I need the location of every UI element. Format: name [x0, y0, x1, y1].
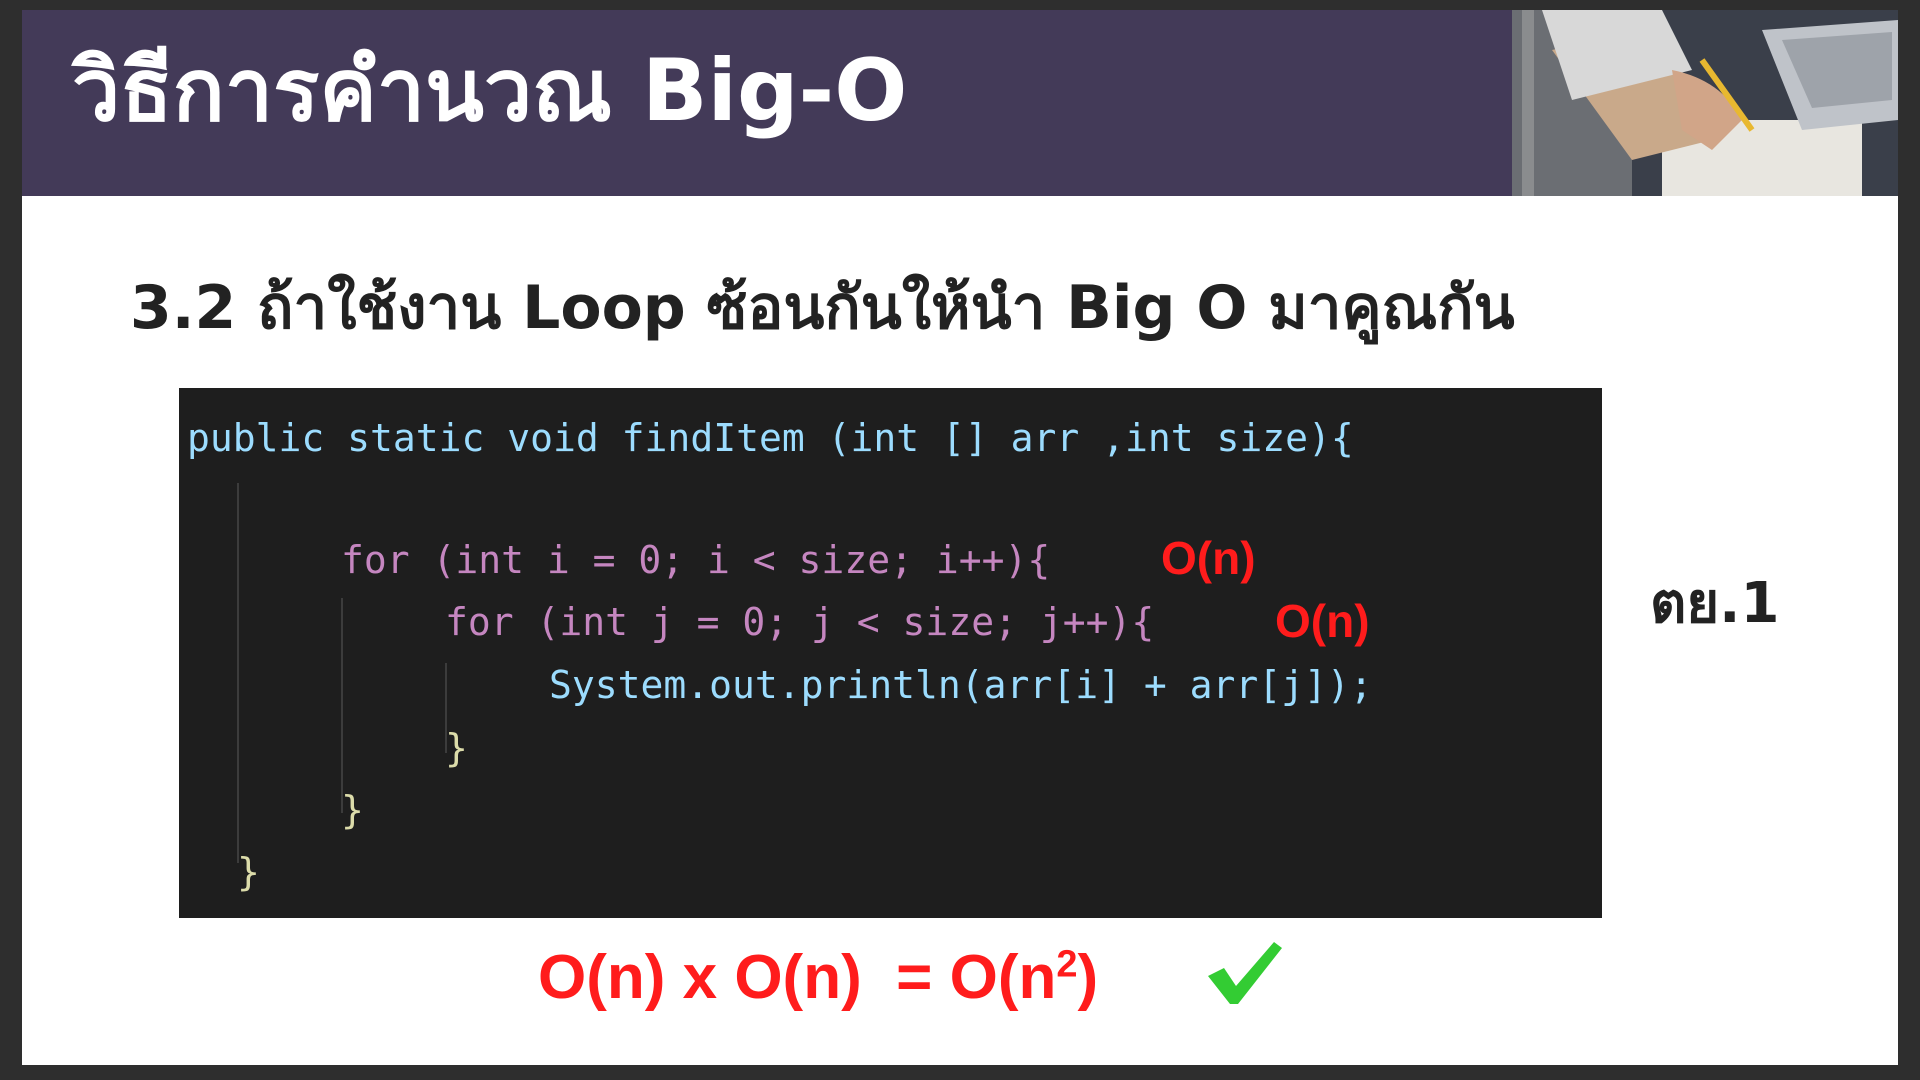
code-line-1: public static void findItem (int [] arr …: [187, 416, 1354, 460]
code-screenshot: public static void findItem (int [] arr …: [179, 388, 1602, 918]
formula-right: ): [1077, 943, 1099, 1012]
code-line-3: for (int j = 0; j < size; j++){: [445, 600, 1155, 644]
outer-loop-complexity: O(n): [1161, 532, 1256, 584]
code-line-5: }: [445, 726, 468, 770]
code-line-2: for (int i = 0; i < size; i++){: [341, 538, 1051, 582]
slide-title: วิธีการคำนวณ Big-O: [72, 41, 908, 141]
code-line-6: }: [341, 788, 364, 832]
check-icon: [1204, 938, 1284, 1012]
example-label: ตย.1: [1650, 571, 1780, 636]
header-photo: [1512, 10, 1898, 196]
formula-exponent: 2: [1056, 943, 1078, 986]
inner-loop-complexity: O(n): [1275, 595, 1370, 647]
formula-left: O(n) x O(n) = O(n: [538, 943, 1057, 1012]
slide-subtitle: 3.2 ถ้าใช้งาน Loop ซ้อนกันให้นำ Big O มา…: [130, 273, 1515, 343]
indent-guide: [237, 483, 239, 863]
code-line-4: System.out.println(arr[i] + arr[j]);: [549, 663, 1373, 707]
slide: วิธีการคำนวณ Big-O 3.2 ถ้าใช้งาน Loop ซ้…: [22, 10, 1898, 1065]
header-bar: วิธีการคำนวณ Big-O: [22, 10, 1898, 196]
complexity-formula: O(n) x O(n) = O(n2): [538, 942, 1098, 1013]
indent-guide: [341, 598, 343, 813]
code-line-7: }: [237, 850, 260, 894]
